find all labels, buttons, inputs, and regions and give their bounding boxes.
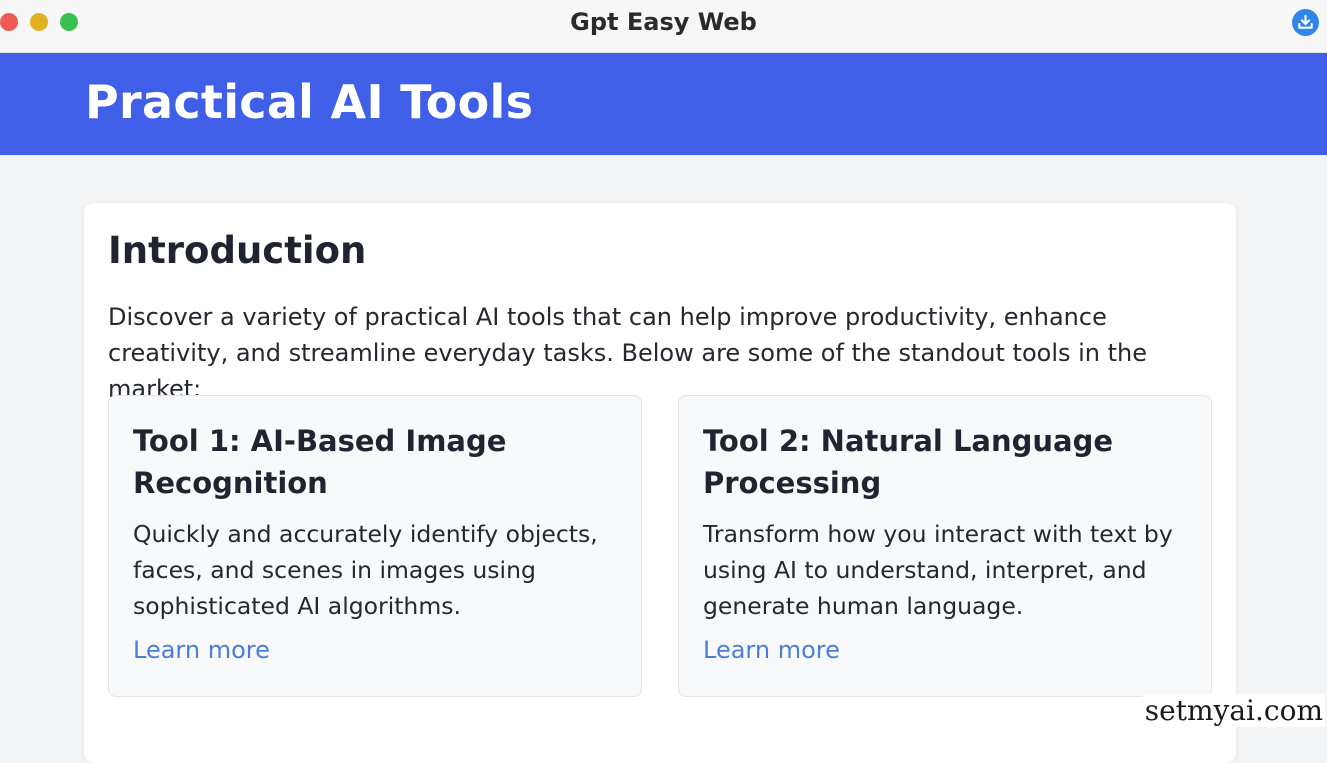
download-button[interactable] (1292, 9, 1319, 36)
download-icon (1298, 14, 1313, 29)
page-header: Practical AI Tools (0, 53, 1327, 155)
window-title: Gpt Easy Web (570, 8, 757, 36)
watermark: setmyai.com (1142, 694, 1325, 727)
page-title: Practical AI Tools (85, 75, 534, 129)
tool-card-image-recognition: Tool 1: AI-Based Image Recognition Quick… (108, 395, 642, 697)
tool-description: Quickly and accurately identify objects,… (133, 520, 598, 620)
tool-card-natural-language-processing: Tool 2: Natural Language Processing Tran… (678, 395, 1212, 697)
introduction-card: Introduction Discover a variety of pract… (84, 203, 1236, 763)
tool-description: Transform how you interact with text by … (703, 520, 1173, 620)
tool-title: Tool 1: AI-Based Image Recognition (133, 424, 507, 500)
introduction-heading: Introduction (108, 229, 367, 272)
learn-more-link[interactable]: Learn more (703, 636, 840, 664)
learn-more-link[interactable]: Learn more (133, 636, 270, 664)
introduction-text: Discover a variety of practical AI tools… (108, 303, 1148, 403)
window-titlebar: Gpt Easy Web (0, 0, 1327, 53)
tool-title: Tool 2: Natural Language Processing (703, 424, 1114, 500)
